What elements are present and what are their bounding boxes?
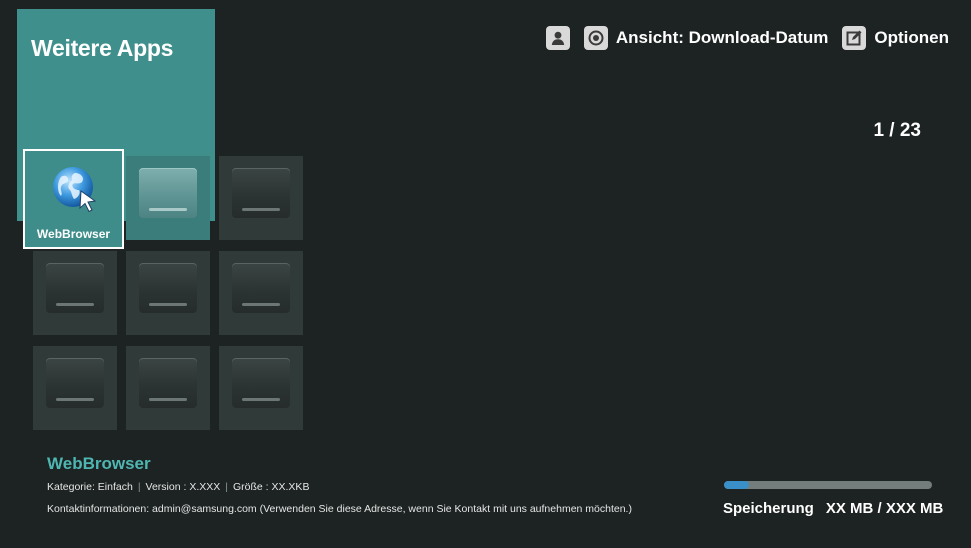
app-category: Kategorie: Einfach — [47, 481, 133, 493]
app-tile[interactable] — [33, 346, 117, 430]
app-placeholder-icon — [46, 263, 104, 313]
person-icon — [545, 26, 570, 50]
app-tile[interactable] — [219, 156, 303, 240]
app-tile[interactable] — [126, 251, 210, 335]
app-version: Version : X.XXX — [145, 481, 221, 493]
app-meta: Kategorie: Einfach | Version : X.XXX | Größe… — [47, 481, 309, 493]
app-tile[interactable] — [126, 346, 210, 430]
options-label: Optionen — [874, 28, 949, 47]
app-contact: Kontaktinformationen: admin@samsung.com … — [47, 503, 632, 515]
storage-progress-bar — [724, 481, 932, 489]
selected-app-name: WebBrowser — [47, 454, 151, 473]
screen: Weitere Apps Ansicht: Download-Datum Opt… — [0, 0, 971, 548]
app-placeholder-icon — [139, 168, 197, 218]
profile-button[interactable] — [545, 26, 570, 50]
app-placeholder-icon — [232, 358, 290, 408]
divider: | — [137, 481, 141, 493]
edit-icon — [842, 26, 867, 50]
app-tile-label: WebBrowser — [36, 227, 111, 241]
app-placeholder-icon — [139, 263, 197, 313]
options-button[interactable]: Optionen — [842, 26, 949, 50]
page-title: Weitere Apps — [31, 35, 174, 61]
app-placeholder-icon — [139, 358, 197, 408]
app-tile[interactable] — [126, 156, 210, 240]
storage-label: Speicherung — [723, 500, 814, 517]
app-placeholder-icon — [46, 358, 104, 408]
app-placeholder-icon — [232, 168, 290, 218]
app-tile-webbrowser[interactable]: WebBrowser — [23, 149, 124, 249]
page-counter: 1 / 23 — [873, 120, 921, 141]
divider: | — [225, 481, 228, 493]
storage-info: Speicherung XX MB / XXX MB — [723, 500, 943, 517]
app-size: Größe : XX.XKB — [233, 481, 310, 493]
app-tile[interactable] — [33, 251, 117, 335]
storage-value: XX MB / XXX MB — [825, 500, 944, 517]
app-placeholder-icon — [232, 263, 290, 313]
app-tile[interactable] — [219, 346, 303, 430]
app-tile[interactable] — [219, 251, 303, 335]
view-sort-button[interactable]: Ansicht: Download-Datum — [583, 26, 829, 50]
storage-progress-fill — [724, 481, 749, 489]
view-sort-label: Ansicht: Download-Datum — [615, 28, 829, 47]
globe-cursor-icon — [53, 167, 97, 213]
view-icon — [583, 26, 608, 50]
top-bar: Ansicht: Download-Datum Optionen — [532, 24, 949, 52]
